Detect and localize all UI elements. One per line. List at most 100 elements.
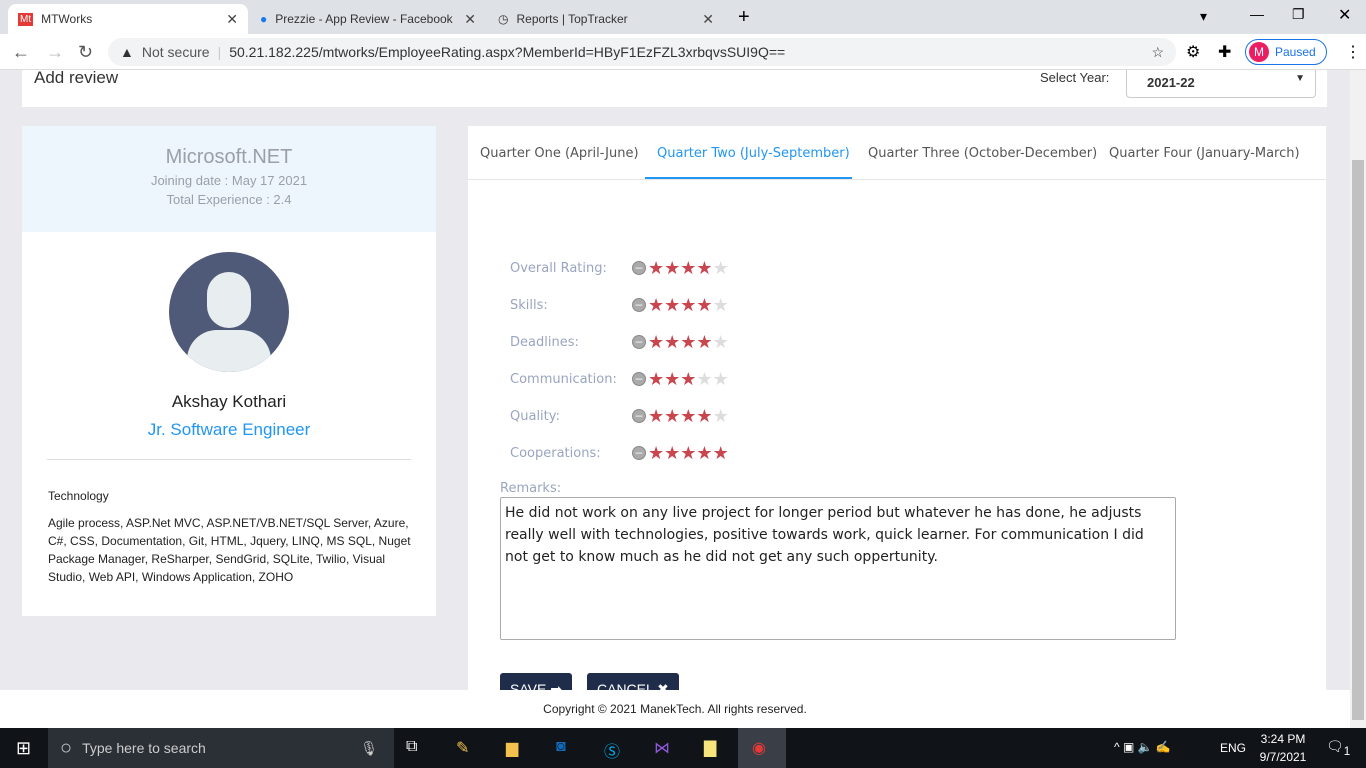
sticky-notes-icon[interactable]: ▇ <box>704 738 716 758</box>
close-tab-icon[interactable]: ✕ <box>702 11 714 28</box>
star-icon[interactable]: ★ <box>664 444 680 462</box>
star-icon[interactable]: ★ <box>713 444 729 462</box>
star-icon[interactable]: ★ <box>680 407 696 425</box>
star-rating[interactable]: – ★ ★ ★ ★ ★ <box>632 370 729 388</box>
address-bar[interactable]: ▲ Not secure | 50.21.182.225/mtworks/Emp… <box>108 38 1176 66</box>
star-icon[interactable]: ★ <box>680 259 696 277</box>
rating-label: Skills: <box>510 298 548 313</box>
star-icon[interactable]: ★ <box>648 259 664 277</box>
rating-label: Cooperations: <box>510 446 601 461</box>
star-icon[interactable]: ★ <box>648 407 664 425</box>
star-icon[interactable]: ★ <box>680 333 696 351</box>
chrome-icon: ◉ <box>752 740 766 757</box>
reload-icon[interactable]: ↻ <box>78 42 93 63</box>
star-icon[interactable]: ★ <box>664 259 680 277</box>
star-icon[interactable]: ★ <box>680 370 696 388</box>
puzzle-icon[interactable]: ✚ <box>1218 42 1231 62</box>
back-icon[interactable]: ← <box>12 42 30 63</box>
star-icon[interactable]: ★ <box>713 296 729 314</box>
scrollbar-thumb[interactable] <box>1352 160 1364 720</box>
visual-studio-icon[interactable]: ⋈ <box>654 738 670 758</box>
tab-quarter-1[interactable]: Quarter One (April-June) <box>480 146 639 161</box>
extension-icon[interactable]: ⚙ <box>1186 42 1200 62</box>
star-icon[interactable]: ★ <box>696 333 712 351</box>
task-view-icon[interactable]: ⧉ <box>406 738 417 756</box>
clear-rating-icon[interactable]: – <box>632 409 646 423</box>
clear-rating-icon[interactable]: – <box>632 446 646 460</box>
clear-rating-icon[interactable]: – <box>632 298 646 312</box>
star-icon[interactable]: ★ <box>664 333 680 351</box>
star-icon[interactable]: ★ <box>713 370 729 388</box>
chrome-taskbar-button[interactable]: ◉ <box>738 728 786 768</box>
star-icon[interactable]: ★ <box>664 407 680 425</box>
tab-toptracker[interactable]: ◷ Reports | TopTracker ✕ <box>488 4 724 34</box>
new-tab-button[interactable]: + <box>738 6 750 29</box>
star-icon[interactable]: ★ <box>696 296 712 314</box>
browser-toolbar: ← → ↻ ▲ Not secure | 50.21.182.225/mtwor… <box>0 34 1366 70</box>
windows-start-icon[interactable]: ⊞ <box>16 738 31 759</box>
star-icon[interactable]: ★ <box>664 296 680 314</box>
profile-status: Paused <box>1275 45 1316 59</box>
star-icon[interactable]: ★ <box>696 407 712 425</box>
star-icon[interactable]: ★ <box>680 444 696 462</box>
employee-card: Microsoft.NET Joining date : May 17 2021… <box>22 126 436 616</box>
star-icon[interactable]: ★ <box>664 370 680 388</box>
clock-time: 3:24 PM <box>1260 732 1306 746</box>
star-rating[interactable]: – ★ ★ ★ ★ ★ <box>632 333 729 351</box>
tab-prezzie[interactable]: ● Prezzie - App Review - Facebook ✕ <box>250 4 486 34</box>
star-icon[interactable]: ★ <box>648 370 664 388</box>
tab-quarter-4[interactable]: Quarter Four (January-March) <box>1109 146 1300 161</box>
clear-rating-icon[interactable]: – <box>632 335 646 349</box>
security-label[interactable]: Not secure <box>142 44 210 60</box>
maximize-button[interactable]: ❐ <box>1292 6 1305 23</box>
profile-button[interactable]: M Paused <box>1245 39 1327 65</box>
star-icon[interactable]: ★ <box>648 333 664 351</box>
microphone-icon[interactable]: 🎙 <box>360 740 378 757</box>
avatar-image <box>169 252 289 372</box>
clear-rating-icon[interactable]: – <box>632 372 646 386</box>
star-icon[interactable]: ★ <box>713 333 729 351</box>
outlook-icon[interactable]: ◙ <box>556 738 566 756</box>
star-icon[interactable]: ★ <box>680 296 696 314</box>
close-tab-icon[interactable]: ✕ <box>226 11 238 28</box>
star-icon[interactable]: ★ <box>648 444 664 462</box>
taskbar-search[interactable]: ○ Type here to search 🎙 <box>48 728 394 768</box>
star-icon[interactable]: ★ <box>713 407 729 425</box>
star-icon[interactable]: ★ <box>713 259 729 277</box>
menu-icon[interactable]: ⋮ <box>1345 42 1361 62</box>
tab-quarter-3[interactable]: Quarter Three (October-December) <box>868 146 1097 161</box>
file-explorer-icon[interactable]: ▆ <box>506 738 518 758</box>
skype-icon[interactable]: Ⓢ <box>604 738 620 762</box>
star-icon[interactable]: ★ <box>648 296 664 314</box>
notifications-icon[interactable]: 🗨1 <box>1326 738 1350 758</box>
forward-icon[interactable]: → <box>46 42 64 63</box>
clear-rating-icon[interactable]: – <box>632 261 646 275</box>
tech-name: Microsoft.NET <box>165 146 293 168</box>
star-rating[interactable]: – ★ ★ ★ ★ ★ <box>632 444 729 462</box>
year-select[interactable]: 2021-22 ▼ <box>1126 70 1316 98</box>
show-hidden-icons[interactable]: ^ ▣ 🔈 ✍ <box>1114 740 1171 754</box>
clock[interactable]: 3:24 PM 9/7/2021 <box>1258 732 1308 764</box>
page-scrollbar[interactable] <box>1350 70 1366 728</box>
minimize-button[interactable]: — <box>1250 6 1264 22</box>
remarks-textarea[interactable]: He did not work on any live project for … <box>500 497 1176 640</box>
save-button[interactable]: SAVE ➡ <box>500 673 572 690</box>
star-rating[interactable]: – ★ ★ ★ ★ ★ <box>632 296 729 314</box>
search-placeholder: Type here to search <box>82 740 206 756</box>
close-tab-icon[interactable]: ✕ <box>464 11 476 28</box>
star-icon[interactable]: ★ <box>696 370 712 388</box>
star-rating[interactable]: – ★ ★ ★ ★ ★ <box>632 407 729 425</box>
star-rating[interactable]: – ★ ★ ★ ★ ★ <box>632 259 729 277</box>
tab-search-icon[interactable]: ▾ <box>1200 8 1207 25</box>
employee-summary: Microsoft.NET Joining date : May 17 2021… <box>22 126 436 232</box>
tab-quarter-2[interactable]: Quarter Two (July-September) <box>657 146 850 161</box>
close-window-button[interactable]: ✕ <box>1338 5 1351 25</box>
cancel-button[interactable]: CANCEL ✖ <box>587 673 679 690</box>
star-icon[interactable]: ★ <box>696 259 712 277</box>
app-tools-icon[interactable]: ✎ <box>456 738 469 758</box>
language-indicator[interactable]: ENG <box>1220 741 1246 755</box>
tab-mtworks[interactable]: Mt MTWorks ✕ <box>8 4 248 34</box>
star-icon[interactable]: ★ <box>696 444 712 462</box>
url-text[interactable]: 50.21.182.225/mtworks/EmployeeRating.asp… <box>229 44 785 60</box>
bookmark-star-icon[interactable]: ☆ <box>1151 44 1164 61</box>
